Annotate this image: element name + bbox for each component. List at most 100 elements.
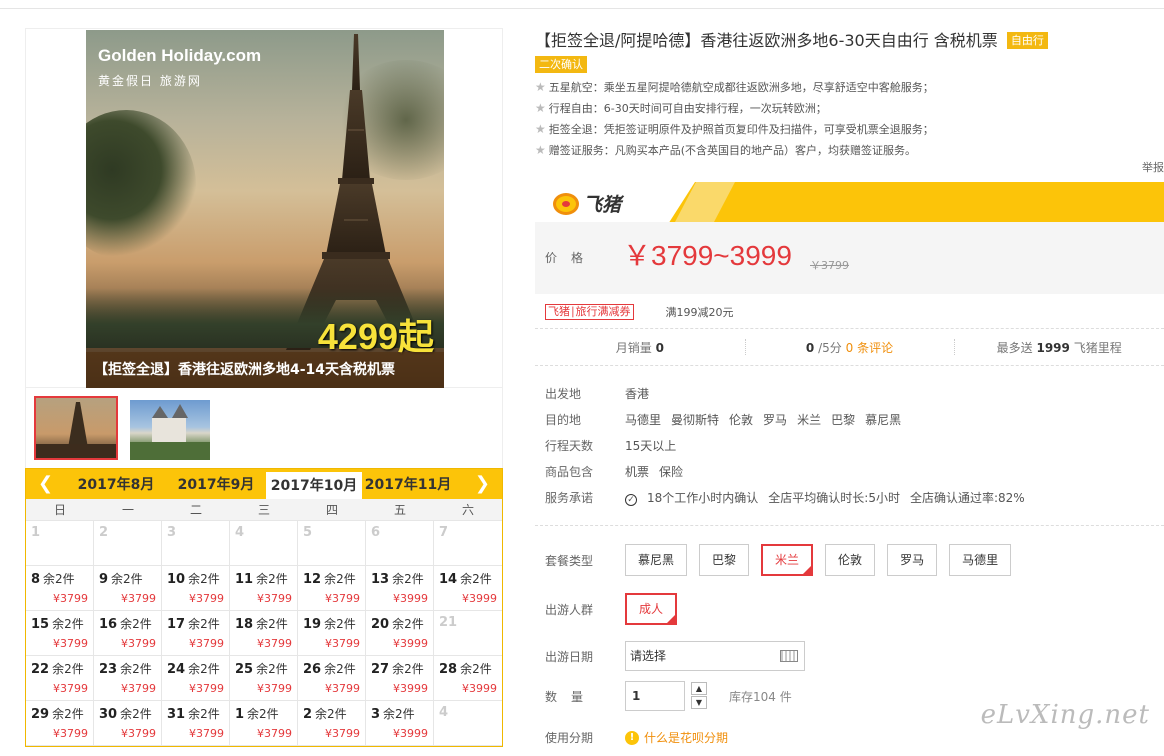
package-option-paris[interactable]: 巴黎 [699, 544, 750, 576]
calendar-day-price: ¥3799 [325, 682, 360, 695]
star-icon: ★ [535, 122, 546, 136]
calendar-day-number: 6 [371, 525, 381, 540]
calendar-day-price: ¥3999 [462, 592, 497, 605]
package-option-london[interactable]: 伦敦 [825, 544, 876, 576]
calendar-day-number: 25 [235, 662, 254, 677]
pig-icon [553, 192, 579, 215]
calendar-day-price: ¥3799 [189, 682, 224, 695]
calendar-day[interactable]: 25 余2件 ¥3799 [230, 656, 298, 701]
calendar-day[interactable]: 13 余2件 ¥3999 [366, 566, 434, 611]
calendar-day[interactable]: 18 余2件 ¥3799 [230, 611, 298, 656]
calendar-day-number: 16 [99, 617, 118, 632]
weekday-fri: 五 [393, 503, 406, 517]
tab-month-oct[interactable]: 2017年10月 [266, 472, 362, 499]
calendar-day-price: ¥3799 [53, 727, 88, 740]
calendar-day-stock: 余2件 [120, 707, 152, 721]
calendar-day-number: 30 [99, 707, 118, 722]
calendar-day[interactable]: 1 余2件 ¥3799 [230, 701, 298, 746]
calendar-day-stock: 余2件 [392, 662, 424, 676]
calendar-day[interactable]: 12 余2件 ¥3799 [298, 566, 366, 611]
coupon-badge[interactable]: 飞猪∣旅行满减券 [545, 304, 634, 320]
calendar-day-number: 2 [303, 707, 313, 722]
calendar-day[interactable]: 22 余2件 ¥3799 [26, 656, 94, 701]
decrement-button[interactable]: ▼ [691, 696, 707, 709]
feature-item: ★ 赠签证服务：凡购买本产品(不含英国目的地产品）客户，均获赠签证服务。 [535, 143, 917, 157]
calendar-day-number: 20 [371, 617, 390, 632]
calendar-day[interactable]: 30 余2件 ¥3799 [94, 701, 162, 746]
calendar-day[interactable]: 11 余2件 ¥3799 [230, 566, 298, 611]
calendar-day-price: ¥3799 [53, 637, 88, 650]
calendar-day-number: 31 [167, 707, 186, 722]
calendar-day-price: ¥3799 [189, 592, 224, 605]
calendar-day[interactable]: 26 余2件 ¥3799 [298, 656, 366, 701]
calendar-day-price: ¥3799 [121, 682, 156, 695]
reviews-link[interactable]: 0 条评论 [846, 341, 893, 355]
calendar-day[interactable]: 14 余2件 ¥3999 [434, 566, 502, 611]
thumbnail-castle[interactable] [130, 400, 210, 460]
calendar-grid: 1 2 3 4 5 6 7 8 余2件 ¥3799 9 余2件 ¥3799 10 余2件 ¥3799 11 余2件… [26, 521, 502, 746]
check-icon: ✓ [625, 493, 637, 506]
poster-logo: Golden Holiday.com [98, 46, 262, 65]
calendar-day[interactable]: 31 余2件 ¥3799 [162, 701, 230, 746]
calendar-day[interactable]: 3 余2件 ¥3999 [366, 701, 434, 746]
star-icon: ★ [535, 101, 546, 115]
calendar-icon[interactable] [780, 650, 798, 662]
calendar-day[interactable]: 24 余2件 ¥3799 [162, 656, 230, 701]
calendar-day[interactable]: 17 余2件 ¥3799 [162, 611, 230, 656]
poster-image: Golden Holiday.com 黄金假日 旅游网 4299起 【拒签全退】… [86, 30, 444, 388]
calendar-day-stock: 余2件 [324, 572, 356, 586]
poster-caption: 【拒签全退】香港往返欧洲多地4-14天含税机票 [86, 352, 444, 388]
site-watermark: eLvXing.net [980, 700, 1150, 730]
calendar-day[interactable]: 8 余2件 ¥3799 [26, 566, 94, 611]
calendar-day-price: ¥3799 [257, 682, 292, 695]
calendar-day-number: 26 [303, 662, 322, 677]
calendar-day-stock: 余2件 [383, 707, 415, 721]
calendar-day[interactable]: 23 余2件 ¥3799 [94, 656, 162, 701]
package-option-munich[interactable]: 慕尼黑 [625, 544, 688, 576]
departure-calendar: ❮ 2017年8月 2017年9月 2017年10月 2017年11月 ❯ 日 … [25, 468, 503, 747]
monthly-sales: 月销量 0 [615, 340, 664, 355]
calendar-day: 21 [434, 611, 502, 656]
calendar-day[interactable]: 29 余2件 ¥3799 [26, 701, 94, 746]
calendar-day-number: 23 [99, 662, 118, 677]
calendar-day[interactable]: 27 余2件 ¥3999 [366, 656, 434, 701]
calendar-day-stock: 余2件 [120, 662, 152, 676]
calendar-day-number: 19 [303, 617, 322, 632]
calendar-day[interactable]: 2 余2件 ¥3799 [298, 701, 366, 746]
confirm-badge: 二次确认 [535, 56, 587, 73]
gallery-column: Golden Holiday.com 黄金假日 旅游网 4299起 【拒签全退】… [25, 28, 503, 747]
calendar-day[interactable]: 10 余2件 ¥3799 [162, 566, 230, 611]
increment-button[interactable]: ▲ [691, 682, 707, 695]
report-link[interactable]: 举报 [1142, 159, 1164, 175]
package-option-rome[interactable]: 罗马 [887, 544, 938, 576]
chevron-right-icon[interactable]: ❯ [475, 473, 490, 494]
package-option-milan[interactable]: 米兰 [761, 544, 814, 576]
calendar-day[interactable]: 15 余2件 ¥3799 [26, 611, 94, 656]
calendar-day: 4 [230, 521, 298, 566]
tab-month-sep[interactable]: 2017年9月 [168, 469, 264, 499]
huabei-link[interactable]: 什么是花呗分期 [644, 729, 728, 746]
calendar-day: 4 [434, 701, 502, 746]
calendar-day[interactable]: 9 余2件 ¥3799 [94, 566, 162, 611]
calendar-day-stock: 余2件 [460, 572, 492, 586]
calendar-day[interactable]: 20 余2件 ¥3999 [366, 611, 434, 656]
chevron-left-icon[interactable]: ❮ [38, 473, 53, 494]
calendar-day: 1 [26, 521, 94, 566]
crowd-option-adult[interactable]: 成人 [625, 593, 678, 625]
tab-month-nov[interactable]: 2017年11月 [360, 469, 456, 499]
weekday-wed: 三 [257, 503, 270, 517]
calendar-day[interactable]: 28 余2件 ¥3999 [434, 656, 502, 701]
tab-month-aug[interactable]: 2017年8月 [68, 469, 164, 499]
quantity-input[interactable]: 1 [625, 681, 685, 711]
calendar-day-stock: 余2件 [111, 572, 143, 586]
travel-date-picker[interactable]: 请选择 [625, 641, 805, 671]
calendar-day-number: 1 [31, 525, 41, 540]
thumbnail-eiffel[interactable] [34, 396, 118, 460]
calendar-day-price: ¥3999 [393, 682, 428, 695]
calendar-day[interactable]: 16 余2件 ¥3799 [94, 611, 162, 656]
weekday-tue: 二 [189, 503, 202, 517]
coupon-text: 满199减20元 [665, 306, 734, 319]
calendar-day[interactable]: 19 余2件 ¥3799 [298, 611, 366, 656]
miles-reward: 最多送 1999 飞猪里程 [954, 338, 1164, 356]
package-option-madrid[interactable]: 马德里 [949, 544, 1012, 576]
